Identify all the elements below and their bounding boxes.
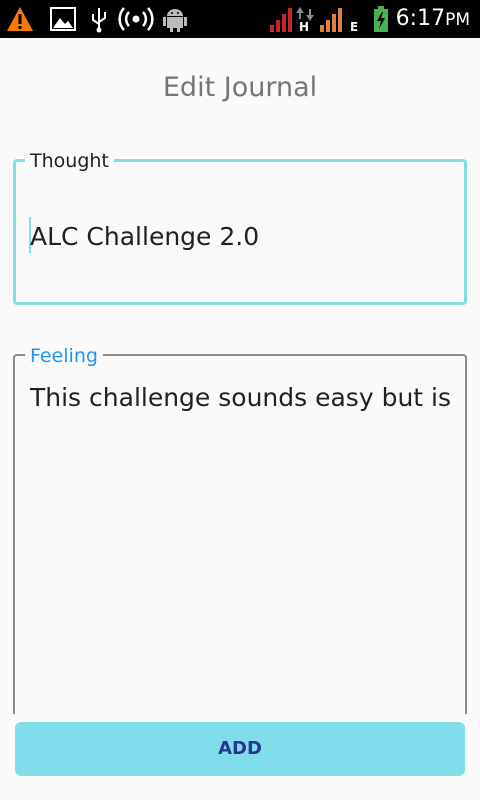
feeling-input[interactable]: This challenge sounds easy but is m — [30, 383, 450, 412]
add-button[interactable]: ADD — [15, 722, 465, 776]
signal-icon — [320, 8, 342, 32]
android-debug-icon — [163, 9, 187, 32]
battery-charging-icon — [374, 6, 388, 32]
thought-input[interactable]: ALC Challenge 2.0 — [30, 222, 450, 251]
hotspot-icon — [118, 7, 154, 31]
clock-ampm: PM — [445, 10, 470, 30]
status-bar: H E 6:17PM — [0, 0, 480, 38]
data-h-label: H — [299, 20, 310, 34]
data-e-label: E — [350, 20, 359, 34]
page-title: Edit Journal — [162, 72, 318, 103]
clock-time: 6:17 — [395, 6, 446, 31]
warning-icon — [7, 7, 33, 31]
signal-icon — [270, 8, 292, 32]
thought-label: Thought — [25, 150, 114, 172]
usb-icon — [92, 8, 106, 33]
image-icon — [50, 7, 76, 31]
feeling-label: Feeling — [25, 345, 103, 367]
clock: 6:17PM — [396, 5, 470, 34]
